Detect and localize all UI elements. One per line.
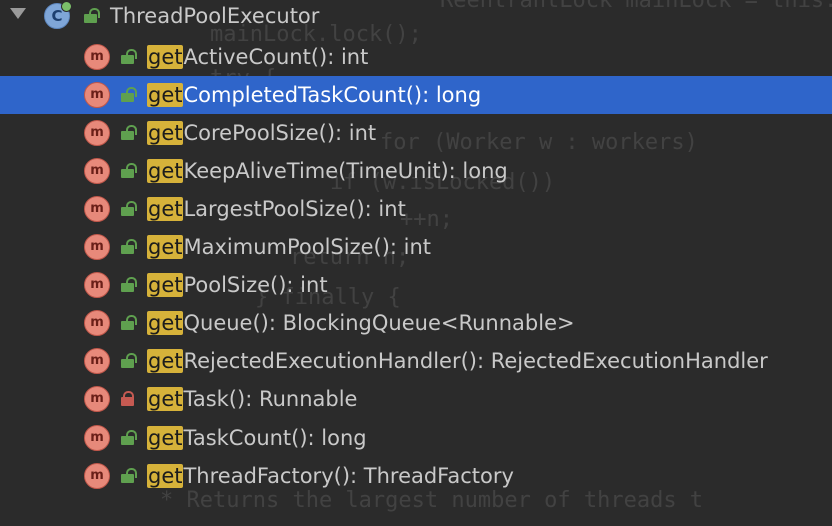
- method-icon: m: [84, 81, 110, 108]
- method-icon: m: [84, 348, 110, 375]
- public-lock-icon: [121, 277, 137, 293]
- search-match-highlight: get: [147, 235, 184, 259]
- method-signature-rest: Queue(): BlockingQueue<Runnable>: [183, 311, 575, 336]
- public-lock-icon: [121, 86, 137, 102]
- public-lock-icon: [121, 48, 137, 64]
- search-match-highlight: get: [147, 273, 184, 298]
- method-icon: m: [84, 424, 110, 451]
- method-icon: m: [84, 119, 110, 146]
- public-lock-icon: [121, 429, 137, 445]
- method-signature-label: getPoolSize(): int: [147, 266, 328, 304]
- search-match-highlight: get: [147, 120, 184, 145]
- method-row[interactable]: m getThreadFactory(): ThreadFactory: [0, 457, 832, 495]
- method-row[interactable]: m getCompletedTaskCount(): long: [0, 75, 832, 114]
- method-signature-label: getLargestPoolSize(): int: [147, 190, 406, 228]
- class-icon: C: [44, 1, 72, 29]
- method-icon: m: [84, 195, 110, 222]
- method-icon: m: [84, 272, 110, 299]
- method-signature-rest: TaskCount(): long: [183, 425, 367, 450]
- method-icon: m: [84, 43, 110, 70]
- method-signature-label: getTask(): Runnable: [147, 380, 357, 418]
- method-signature-rest: ActiveCount(): int: [183, 44, 369, 69]
- class-name-label: ThreadPoolExecutor: [110, 4, 320, 28]
- method-signature-label: getThreadFactory(): ThreadFactory: [147, 457, 514, 495]
- search-match-highlight: get: [147, 158, 184, 183]
- search-match-highlight: get: [147, 82, 184, 107]
- public-lock-icon: [121, 124, 137, 140]
- method-row[interactable]: m getRejectedExecutionHandler(): Rejected…: [0, 342, 832, 380]
- method-signature-rest: KeepAliveTime(TimeUnit): long: [183, 158, 508, 183]
- method-signature-rest: ThreadFactory(): ThreadFactory: [183, 463, 514, 488]
- method-signature-rest: Task(): Runnable: [183, 387, 358, 412]
- method-icon: m: [84, 234, 110, 260]
- public-lock-icon: [84, 8, 100, 23]
- class-access-dot-icon: [61, 1, 72, 12]
- public-lock-icon: [121, 239, 137, 254]
- public-lock-icon: [121, 162, 137, 178]
- method-signature-label: getRejectedExecutionHandler(): RejectedE…: [147, 342, 768, 380]
- method-row[interactable]: m getCorePoolSize(): int: [0, 114, 832, 152]
- method-signature-label: getMaximumPoolSize(): int: [147, 228, 431, 266]
- method-icon: m: [84, 310, 110, 337]
- method-row[interactable]: m getTaskCount(): long: [0, 419, 832, 457]
- method-signature-rest: LargestPoolSize(): int: [183, 196, 406, 221]
- method-row[interactable]: m getMaximumPoolSize(): int: [0, 228, 832, 266]
- tree-root-row[interactable]: C ThreadPoolExecutor: [0, 0, 832, 35]
- method-signature-rest: RejectedExecutionHandler(): RejectedExec…: [183, 349, 768, 374]
- method-row[interactable]: m getQueue(): BlockingQueue<Runnable>: [0, 304, 832, 342]
- search-match-highlight: get: [147, 311, 184, 336]
- search-match-highlight: get: [147, 387, 184, 412]
- method-signature-label: getKeepAliveTime(TimeUnit): long: [147, 152, 508, 190]
- method-row[interactable]: m getActiveCount(): int: [0, 38, 832, 76]
- method-signature-label: getActiveCount(): int: [147, 38, 368, 76]
- method-signature-rest: CorePoolSize(): int: [183, 120, 377, 145]
- search-match-highlight: get: [147, 425, 184, 450]
- search-match-highlight: get: [147, 463, 184, 488]
- private-lock-icon: [121, 391, 134, 407]
- public-lock-icon: [121, 315, 137, 331]
- public-lock-icon: [121, 467, 137, 483]
- expand-arrow-icon[interactable]: [10, 8, 26, 19]
- method-signature-label: getCompletedTaskCount(): long: [147, 76, 481, 114]
- public-lock-icon: [121, 353, 137, 369]
- method-icon: m: [84, 386, 110, 413]
- search-match-highlight: get: [147, 349, 184, 374]
- search-match-highlight: get: [147, 44, 184, 69]
- method-signature-label: getQueue(): BlockingQueue<Runnable>: [147, 304, 575, 342]
- method-signature-rest: MaximumPoolSize(): int: [183, 235, 432, 259]
- method-icon: m: [84, 462, 110, 489]
- method-signature-label: getTaskCount(): long: [147, 419, 367, 457]
- structure-popup-tree: C ThreadPoolExecutor m getActiveCount(): …: [0, 0, 832, 526]
- method-signature-rest: PoolSize(): int: [183, 273, 328, 298]
- method-row[interactable]: m getTask(): Runnable: [0, 380, 832, 418]
- method-row[interactable]: m getKeepAliveTime(TimeUnit): long: [0, 152, 832, 190]
- method-row[interactable]: m getLargestPoolSize(): int: [0, 190, 832, 228]
- method-icon: m: [84, 157, 110, 184]
- search-match-highlight: get: [147, 196, 184, 221]
- public-lock-icon: [121, 200, 137, 216]
- method-row[interactable]: m getPoolSize(): int: [0, 266, 832, 304]
- method-signature-rest: CompletedTaskCount(): long: [183, 82, 482, 107]
- method-signature-label: getCorePoolSize(): int: [147, 114, 376, 152]
